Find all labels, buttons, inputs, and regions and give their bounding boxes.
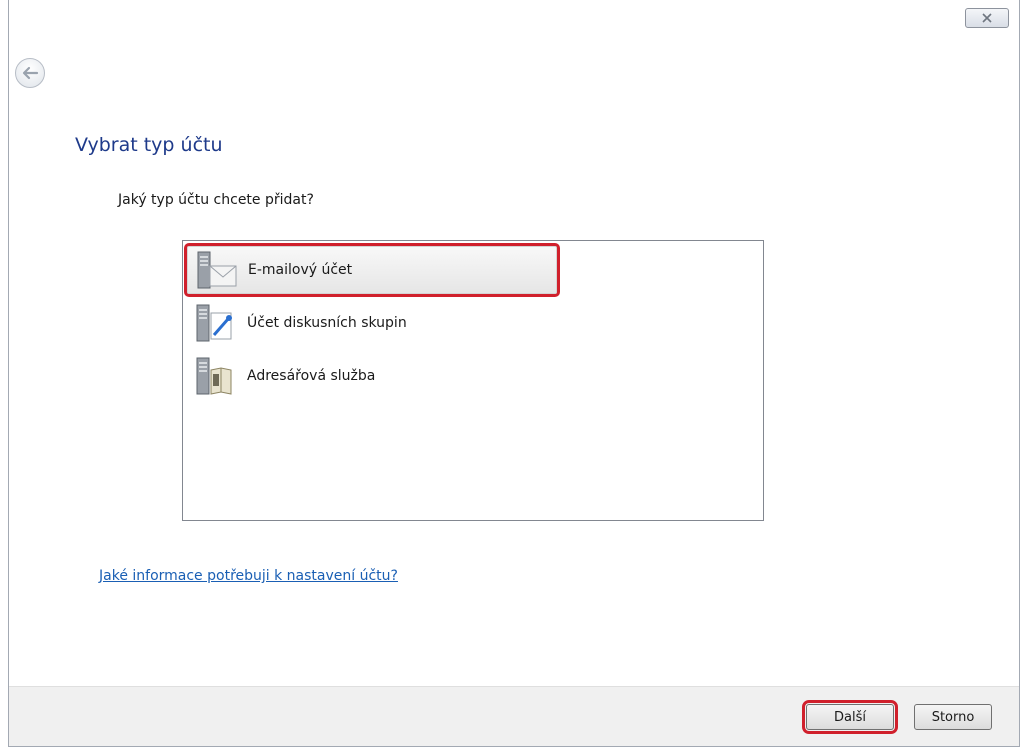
account-type-list[interactable]: E-mailový účet Účet diskusních skupin Ad… (182, 240, 764, 521)
back-button[interactable] (15, 58, 45, 88)
email-server-icon (197, 251, 237, 289)
list-item-email-account[interactable]: E-mailový účet (184, 243, 560, 297)
list-item-newsgroup-account[interactable]: Účet diskusních skupin (187, 299, 557, 347)
close-button[interactable] (965, 8, 1009, 28)
cancel-button[interactable]: Storno (914, 704, 992, 730)
list-item-label: Účet diskusních skupin (247, 315, 407, 331)
newsgroup-server-icon (196, 304, 232, 342)
list-item-directory-service[interactable]: Adresářová služba (187, 352, 557, 400)
question-label: Jaký typ účtu chcete přidat? (118, 192, 314, 208)
dialog-footer: Další Storno (9, 686, 1019, 746)
add-account-dialog: Vybrat typ účtu Jaký typ účtu chcete při… (8, 0, 1020, 747)
directory-service-icon (196, 357, 232, 395)
help-link[interactable]: Jaké informace potřebuji k nastavení účt… (99, 568, 398, 584)
back-arrow-icon (22, 66, 39, 80)
close-icon (982, 13, 992, 23)
next-button[interactable]: Další (802, 700, 898, 734)
page-title: Vybrat typ účtu (75, 134, 223, 156)
list-item-label: Adresářová služba (247, 368, 376, 384)
list-item-label: E-mailový účet (248, 262, 353, 278)
